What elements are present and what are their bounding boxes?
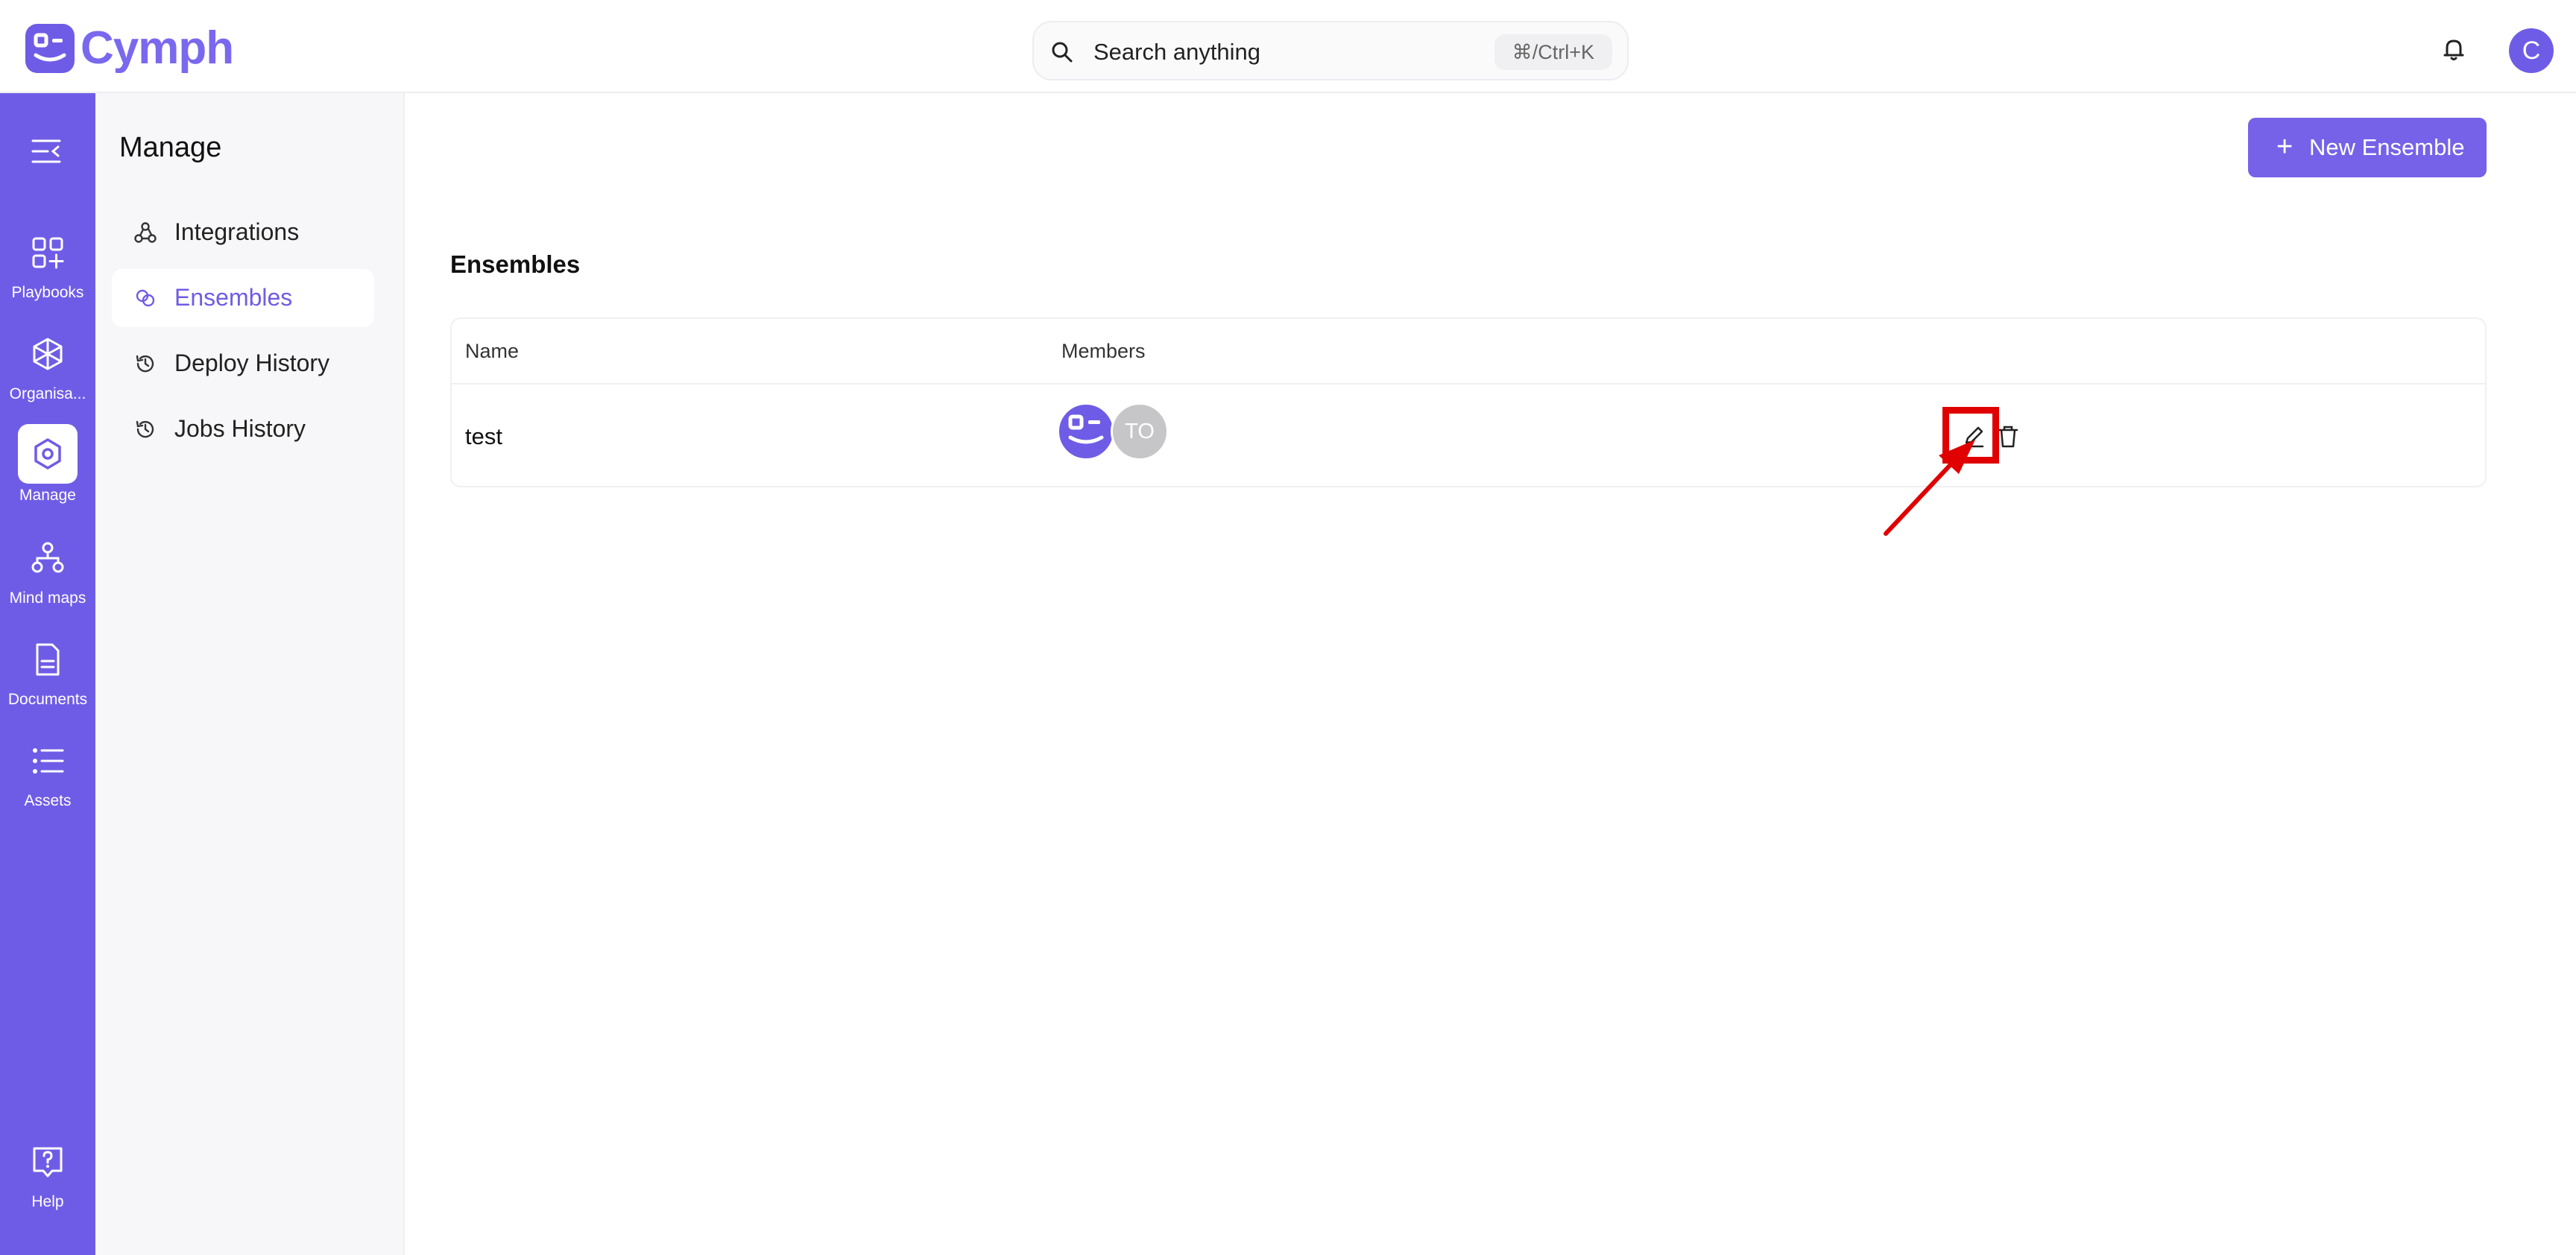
list-icon	[33, 748, 64, 774]
cube-icon	[33, 338, 63, 370]
sidebar-item-label: Jobs History	[174, 415, 306, 442]
rail-item-help[interactable]: Help	[0, 1137, 95, 1233]
sidebar-item-jobs-history[interactable]: Jobs History	[112, 400, 374, 458]
rail-item-label: Assets	[24, 792, 72, 809]
sidebar-item-deploy-history[interactable]: Deploy History	[112, 335, 374, 393]
webhook-icon	[134, 222, 157, 243]
brand-logo[interactable]: Cymph	[25, 22, 234, 74]
column-header-members: Members	[1061, 340, 1146, 362]
global-search[interactable]: Search anything ⌘/Ctrl+K	[1032, 21, 1629, 80]
sidebar-item-label: Integrations	[174, 218, 300, 245]
column-header-name: Name	[465, 340, 520, 362]
plus-icon: +	[2276, 131, 2294, 162]
rail-item-assets[interactable]: Assets	[0, 736, 95, 832]
search-icon	[1052, 42, 1073, 63]
sidebar-item-integrations[interactable]: Integrations	[112, 203, 374, 262]
main-rail: Playbooks Organisa... Manage Mind maps D…	[0, 93, 95, 1255]
page-title: Ensembles	[450, 250, 581, 278]
rail-item-label: Documents	[7, 691, 88, 708]
sidebar-item-label: Deploy History	[174, 350, 330, 376]
rail-item-label: Playbooks	[11, 284, 84, 301]
document-icon	[36, 643, 60, 676]
ensemble-name: test	[465, 423, 502, 449]
new-ensemble-label: New Ensemble	[2309, 134, 2465, 160]
rail-item-label: Manage	[19, 487, 76, 504]
row-divider	[452, 383, 2485, 385]
new-ensemble-button[interactable]: + New Ensemble	[2248, 118, 2487, 177]
manage-sidebar: Manage Integrations Ensembles Deploy His…	[95, 93, 405, 1255]
help-icon	[33, 1147, 63, 1177]
sidebar-item-label: Ensembles	[174, 284, 293, 311]
logo-icon	[25, 24, 75, 73]
brand-name: Cymph	[80, 22, 234, 74]
annotation-arrow-icon	[1884, 440, 1975, 536]
member-avatar-logo	[1057, 402, 1115, 461]
rail-item-manage[interactable]: Manage	[0, 424, 95, 527]
search-shortcut-hint: ⌘/Ctrl+K	[1494, 34, 1612, 70]
rail-item-label: Mind maps	[9, 589, 86, 607]
rail-item-organisation[interactable]: Organisa...	[0, 329, 95, 426]
sidebar-title: Manage	[119, 132, 222, 163]
collapse-sidebar-icon[interactable]	[30, 135, 63, 168]
logo-icon	[1068, 414, 1104, 444]
rail-item-playbooks[interactable]: Playbooks	[0, 227, 95, 324]
link-icon	[136, 289, 155, 307]
member-avatar-initials: TO	[1111, 402, 1169, 461]
sidebar-item-ensembles[interactable]: Ensembles	[112, 269, 374, 327]
rail-item-mind-maps[interactable]: Mind maps	[0, 533, 95, 630]
bell-icon[interactable]	[2440, 36, 2467, 63]
rail-item-label: Help	[31, 1193, 64, 1210]
user-avatar[interactable]: C	[2509, 28, 2554, 73]
grid-plus-icon	[32, 237, 64, 269]
ensembles-table: Name Members test TO	[450, 317, 2487, 487]
hexagon-icon	[34, 438, 61, 470]
rail-item-documents[interactable]: Documents	[0, 634, 95, 731]
rail-item-label: Organisa...	[9, 385, 86, 402]
top-bar: Cymph Search anything ⌘/Ctrl+K C	[0, 0, 2576, 93]
search-placeholder: Search anything	[1093, 39, 1261, 65]
history-icon	[136, 355, 154, 373]
mind-map-icon	[31, 542, 64, 573]
history-icon	[136, 420, 154, 438]
